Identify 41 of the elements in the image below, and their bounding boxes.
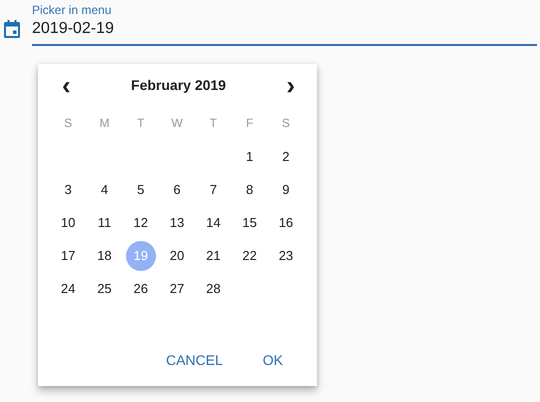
day-button[interactable]: 15 [234,208,265,238]
day-button[interactable]: 14 [198,208,228,238]
weekday-label: S [63,116,74,130]
dialog-button[interactable]: OK [252,346,293,374]
day-button[interactable]: 16 [270,208,301,238]
weekday-label: S [280,116,291,130]
day-button[interactable]: 2 [270,142,301,172]
weekday-label: W [170,116,184,130]
previous-month-button[interactable]: ‹ [58,73,75,97]
weekday-label: F [244,116,254,130]
day-button[interactable]: 4 [89,174,120,204]
day-button[interactable]: 13 [162,208,192,238]
dialog-button[interactable]: CANCEL [156,346,233,374]
day-button[interactable]: 18 [89,240,120,270]
weekday-label: T [136,116,146,130]
day-button[interactable]: 22 [234,240,265,270]
day-button[interactable]: 1 [234,142,265,172]
next-month-button[interactable]: › [282,73,299,97]
month-title: February 2019 [131,77,226,93]
calendar-icon[interactable] [4,20,20,38]
day-button[interactable]: 24 [53,274,84,304]
day-button[interactable]: 27 [162,274,192,304]
day-button[interactable]: 8 [234,174,265,204]
day-button[interactable]: 21 [198,240,228,270]
day-button[interactable]: 11 [89,208,120,238]
day-button[interactable]: 17 [53,240,84,270]
day-button[interactable]: 26 [126,274,156,304]
date-field[interactable]: Picker in menu 2019-02-19 [32,3,537,46]
day-button[interactable]: 25 [89,274,120,304]
day-button[interactable]: 23 [270,240,301,270]
weekday-label: M [98,116,110,130]
day-button[interactable]: 3 [53,174,84,204]
day-button[interactable]: 12 [126,208,156,238]
day-button[interactable]: 20 [162,240,192,270]
day-button[interactable]: 28 [198,274,228,304]
day-button[interactable]: 9 [270,174,301,204]
day-button[interactable]: 7 [198,174,228,204]
day-button[interactable]: 6 [162,174,192,204]
day-button[interactable]: 10 [53,208,84,238]
day-button[interactable]: 5 [126,174,156,204]
weekday-label: T [208,116,218,130]
